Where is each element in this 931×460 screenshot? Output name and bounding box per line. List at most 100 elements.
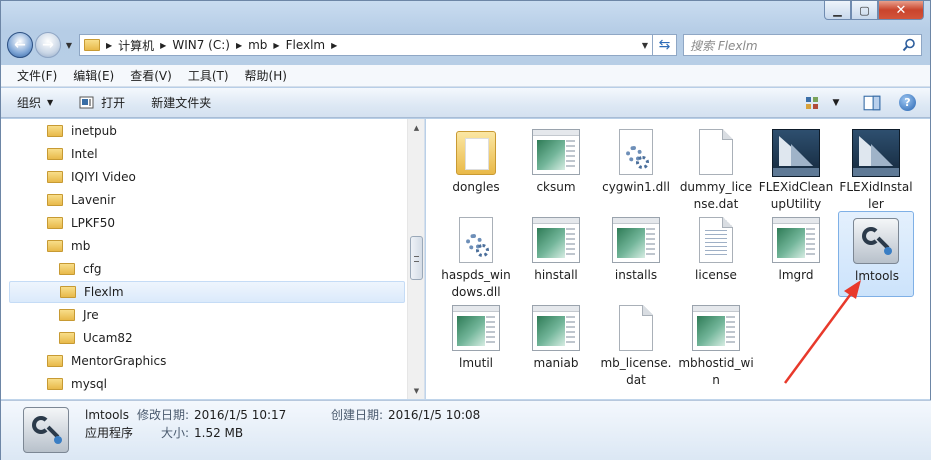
file-item[interactable]: haspds_windows.dll [438,211,514,299]
menu-help[interactable]: 帮助(H) [237,67,295,84]
file-item[interactable]: FLEXidInstaller [838,123,914,211]
scroll-up-icon[interactable]: ▲ [408,119,424,136]
tree-item-label: cfg [83,262,102,276]
chevron-right-icon[interactable]: ▶ [160,41,166,50]
tree-item-label: mysql [71,377,107,391]
application-icon [532,305,580,353]
tree-item-label: MentorGraphics [71,354,167,368]
file-item[interactable]: lmutil [438,299,514,385]
tree-item-lpkf50[interactable]: LPKF50 [47,212,115,234]
breadcrumb-drive[interactable]: WIN7 (C:) [172,38,230,52]
view-dropdown-icon[interactable]: ▼ [827,95,845,111]
file-item[interactable]: dummy_license.dat [678,123,754,211]
file-item[interactable]: mb_license.dat [598,299,674,387]
scroll-down-icon[interactable]: ▼ [408,382,424,399]
tree-item-mentorgraphics[interactable]: MentorGraphics [47,350,166,372]
application-icon [772,217,820,265]
tree-item-label: Ucam82 [83,331,133,345]
breadcrumb-mb[interactable]: mb [248,38,267,52]
file-item[interactable]: lmgrd [758,211,834,297]
chevron-right-icon[interactable]: ▶ [273,41,279,50]
file-item[interactable]: FLEXidCleanupUtility [758,123,834,211]
scroll-thumb[interactable] [410,236,423,280]
chevron-right-icon[interactable]: ▶ [331,41,337,50]
recent-pages-dropdown[interactable]: ▼ [63,41,75,50]
organize-button[interactable]: 组织 ▼ [17,94,53,111]
forward-button[interactable]: → [35,32,61,58]
chevron-right-icon[interactable]: ▶ [106,41,112,50]
tree-item-ucam82[interactable]: Ucam82 [59,327,133,349]
open-label: 打开 [101,96,126,110]
folder-icon [59,332,75,344]
file-item[interactable]: lmtools [838,211,914,297]
file-item[interactable]: maniab [518,299,594,385]
tree-item-iqiyi-video[interactable]: IQIYI Video [47,166,136,188]
file-item[interactable]: mbhostid_win [678,299,754,387]
file-item[interactable]: hinstall [518,211,594,297]
dll-gear-icon [452,217,500,265]
file-name: license [695,268,737,282]
tree-item-lavenir[interactable]: Lavenir [47,189,115,211]
application-icon [532,129,580,177]
lmtools-icon [23,407,69,453]
tree-item-intel[interactable]: Intel [47,143,98,165]
file-name: lmutil [458,356,493,370]
change-view-icon[interactable] [805,96,821,110]
chevron-right-icon[interactable]: ▶ [236,41,242,50]
file-name: lmgrd [778,268,814,282]
menu-tools[interactable]: 工具(T) [180,67,237,84]
detail-created-value: 2016/1/5 10:08 [388,408,481,422]
file-name: maniab [533,356,579,370]
open-button[interactable]: 打开 [79,94,125,111]
tree-item-label: Jre [83,308,99,322]
minimize-button[interactable]: ▁ [824,1,851,20]
breadcrumb-flexlm[interactable]: Flexlm [286,38,326,52]
tree-item-cfg[interactable]: cfg [59,258,101,280]
search-icon[interactable] [902,38,916,52]
file-name: FLEXidInstaller [839,180,913,211]
maximize-button[interactable]: ▢ [851,1,878,20]
tree-item-inetpub[interactable]: inetpub [47,120,117,142]
file-name: FLEXidCleanupUtility [758,180,834,211]
file-list: dongles cksum cygwin1.dll dummy_license.dat… [426,119,930,399]
lmtools-icon [853,218,901,266]
tree-item-mb[interactable]: mb [47,235,90,257]
help-icon[interactable]: ? [899,94,916,111]
breadcrumb-computer[interactable]: 计算机 [118,37,154,54]
explorer-window: ▁ ▢ ✕ ← → ▼ ▶ 计算机 ▶ WIN7 (C:) ▶ mb ▶ Fle… [0,0,931,460]
search-input[interactable]: 搜索 Flexlm [683,34,922,56]
refresh-button[interactable]: ⇆ [653,34,677,56]
open-icon [79,96,94,108]
file-item[interactable]: cygwin1.dll [598,123,674,209]
menu-edit[interactable]: 编辑(E) [65,67,122,84]
menu-file[interactable]: 文件(F) [9,67,65,84]
tree-item-label: mb [71,239,91,253]
address-bar[interactable]: ▶ 计算机 ▶ WIN7 (C:) ▶ mb ▶ Flexlm ▶ ▼ [79,34,653,56]
file-item[interactable]: dongles [438,123,514,209]
address-dropdown-icon[interactable]: ▼ [642,41,648,50]
file-name: cygwin1.dll [602,180,670,194]
file-name: dummy_license.dat [679,180,753,211]
file-item[interactable]: installs [598,211,674,297]
tree-item-jre[interactable]: Jre [59,304,99,326]
navigation-pane: inetpub Intel IQIYI Video Lavenir LPKF50 mb cf… [1,119,425,399]
back-button[interactable]: ← [7,32,33,58]
menu-view[interactable]: 查看(V) [122,67,180,84]
file-item[interactable]: license [678,211,754,297]
folder-icon [47,355,63,367]
nav-scrollbar[interactable]: ▲ ▼ [407,119,424,399]
new-folder-button[interactable]: 新建文件夹 [151,94,211,111]
detail-size-label: 大小: [161,426,190,440]
folder-icon [47,125,63,137]
close-button[interactable]: ✕ [878,1,924,20]
tree-item-mysql[interactable]: mysql [47,373,107,395]
tree-item-label: LPKF50 [71,216,115,230]
flexid-sail-icon [772,129,820,177]
flexid-sail-icon [852,129,900,177]
file-item[interactable]: cksum [518,123,594,209]
tree-item-flexlm[interactable]: Flexlm [9,281,405,303]
folder-icon [59,309,75,321]
preview-pane-icon[interactable] [863,95,881,111]
command-bar: 组织 ▼ 打开 新建文件夹 ▼ ? [1,88,930,118]
tree-item-label: Lavenir [71,193,116,207]
